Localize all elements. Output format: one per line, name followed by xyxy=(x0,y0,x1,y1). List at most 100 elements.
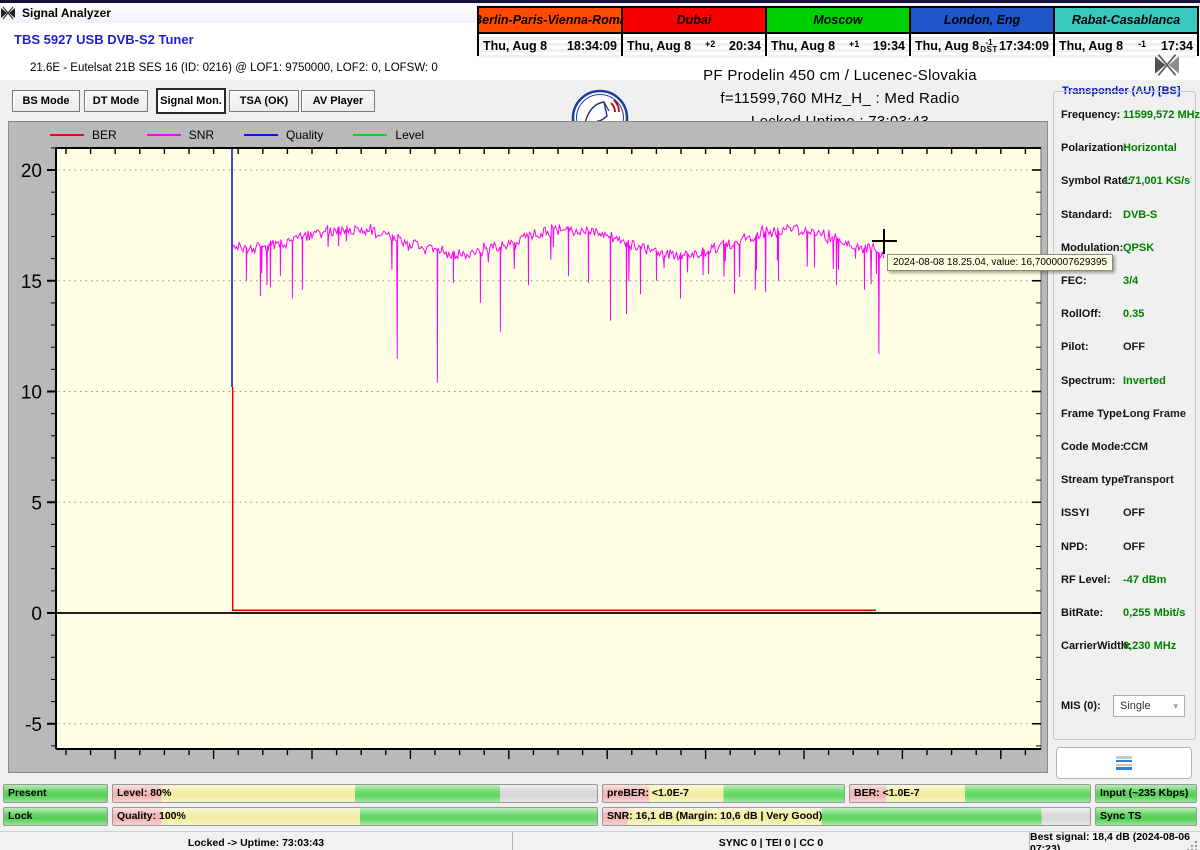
chart-svg[interactable]: 20 15 10 5 0 -5 xyxy=(8,143,1048,761)
signal-analyzer-window: Signal Analyzer TBS 5927 USB DVB-S2 Tune… xyxy=(0,0,1200,850)
transponder-value: Transport xyxy=(1123,474,1174,487)
transponder-value: QPSK xyxy=(1123,241,1155,254)
transponder-row-issyi: ISSYI OFF xyxy=(1061,505,1189,521)
transponder-row-pilot: Pilot: OFF xyxy=(1061,339,1189,355)
transponder-value: OFF xyxy=(1123,341,1145,354)
title-bar[interactable]: Signal Analyzer xyxy=(0,3,476,23)
transponder-label: Pilot: xyxy=(1061,341,1089,354)
ts-list-button[interactable] xyxy=(1056,747,1192,779)
clock-city-berlin-paris-vienna-roma: Berlin-Paris-Vienna-Roma xyxy=(479,8,621,32)
clock-city-london-eng: London, Eng xyxy=(911,8,1053,32)
transponder-value: -47 dBm xyxy=(1123,573,1167,586)
transponder-label: Modulation: xyxy=(1061,241,1124,254)
mis-dropdown[interactable]: Single ▾ xyxy=(1113,695,1185,717)
transponder-row-standard: Standard: DVB-S xyxy=(1061,207,1189,223)
status-best-signal: Best signal: 18,4 dB (2024-08-06 07:23) xyxy=(1030,831,1190,850)
transponder-value: OFF xyxy=(1123,540,1145,553)
meter-ber: BER: <1.0E-7 xyxy=(849,784,1091,803)
transponder-row-polarization: Polarization: Horizontal xyxy=(1061,140,1189,156)
transponder-value: 3/4 xyxy=(1123,275,1139,287)
resize-grip-icon[interactable] xyxy=(1185,839,1199,850)
site-title: PF Prodelin 450 cm / Lucenec-Slovakia xyxy=(703,67,977,84)
transponder-value: CCM xyxy=(1123,441,1149,453)
transponder-row-npd: NPD: OFF xyxy=(1061,539,1189,555)
transponder-row-rolloff: RollOff: 0.35 xyxy=(1061,306,1189,322)
meter-quality: Quality: 100% xyxy=(112,807,598,826)
meter-lock: Lock xyxy=(3,807,108,826)
clock-time-london-eng: Thu, Aug 8 -1 DST 17:34:09 xyxy=(911,34,1053,58)
transponder-row-stream-type: Stream type: Transport xyxy=(1061,472,1189,488)
tab-signal-mon[interactable]: Signal Mon. xyxy=(157,89,225,113)
chevron-down-icon: ▾ xyxy=(1173,700,1178,711)
mis-label: MIS (0): xyxy=(1061,700,1101,712)
clock-time-moscow: Thu, Aug 8 +1 19:34 xyxy=(767,34,909,58)
clock-time-dubai: Thu, Aug 8 +2 20:34 xyxy=(623,34,765,58)
transponder-label: Frame Type: xyxy=(1061,407,1126,420)
transponder-row-fec: FEC: 3/4 xyxy=(1061,273,1189,289)
transponder-label: RollOff: xyxy=(1061,308,1102,321)
world-clocks-table: Berlin-Paris-Vienna-Roma Dubai Moscow Londo… xyxy=(477,6,1199,58)
status-bar: Locked -> Uptime: 73:03:43 SYNC 0 | TEI … xyxy=(0,831,1200,850)
clock-city-rabat-casablanca: Rabat-Casablanca xyxy=(1055,8,1197,32)
legend-item-snr: SNR xyxy=(146,128,214,142)
clock-city-moscow: Moscow xyxy=(767,8,909,32)
transponder-label: Frequency: xyxy=(1061,109,1121,121)
transponder-value: DVB-S xyxy=(1123,208,1158,221)
list-icon xyxy=(1116,756,1132,770)
svg-text:20: 20 xyxy=(21,161,42,182)
transponder-value: 171,001 KS/s xyxy=(1123,175,1191,188)
satellite-signature-icon xyxy=(1155,54,1179,76)
tab-tsa-ok[interactable]: TSA (OK) xyxy=(229,90,299,112)
transponder-label: RF Level: xyxy=(1061,573,1111,586)
transponder-value: Long Frame xyxy=(1123,407,1186,420)
meter-level: Level: 80% xyxy=(112,784,598,803)
tab-av-player[interactable]: AV Player xyxy=(301,90,375,112)
transponder-label: Standard: xyxy=(1061,208,1113,221)
transponder-row-rf-level: RF Level: -47 dBm xyxy=(1061,572,1189,588)
meter-input-235-kbps: Input (~235 Kbps) xyxy=(1095,784,1197,803)
transponder-row-carrierwidth: CarrierWidth: 0,230 MHz xyxy=(1061,638,1189,654)
transponder-label: FEC: xyxy=(1061,275,1087,287)
transponder-label: Symbol Rate: xyxy=(1061,175,1132,188)
svg-text:10: 10 xyxy=(21,383,42,404)
legend-item-quality: Quality xyxy=(244,128,323,142)
tab-dt-mode[interactable]: DT Mode xyxy=(84,90,148,112)
meter-present: Present xyxy=(3,784,108,803)
meter-snr: SNR: 16,1 dB (Margin: 10,6 dB | Very Goo… xyxy=(602,807,1091,826)
mis-selected-value: Single xyxy=(1120,700,1151,712)
signal-chart[interactable]: 20 15 10 5 0 -5 xyxy=(8,143,1048,761)
transponder-value: 11599,572 MHz xyxy=(1123,109,1200,121)
transponder-label: NPD: xyxy=(1061,540,1088,553)
legend-item-level: Level xyxy=(353,128,424,142)
transponder-value: Inverted xyxy=(1123,374,1166,387)
transponder-label: Stream type: xyxy=(1061,474,1128,487)
legend-line-snr xyxy=(146,134,181,136)
transponder-label: Polarization: xyxy=(1061,142,1128,155)
transponder-value: 0.35 xyxy=(1123,308,1145,321)
legend-item-ber: BER xyxy=(50,128,117,142)
legend-line-quality xyxy=(244,134,279,136)
tab-bs-mode[interactable]: BS Mode xyxy=(12,90,80,112)
transponder-row-frequency: Frequency: 11599,572 MHz xyxy=(1061,107,1200,123)
transponder-row-symbol-rate: Symbol Rate: 171,001 KS/s xyxy=(1061,173,1191,189)
transponder-row-code-mode: Code Mode: CCM xyxy=(1061,439,1189,455)
meter-sync-ts: Sync TS xyxy=(1095,807,1197,826)
clock-city-dubai: Dubai xyxy=(623,8,765,32)
transponder-value: 0,255 Mbit/s xyxy=(1123,607,1186,619)
tuner-name: TBS 5927 USB DVB-S2 Tuner xyxy=(14,32,194,47)
transponder-value: Horizontal xyxy=(1123,142,1177,155)
transponder-label: CarrierWidth: xyxy=(1061,640,1132,653)
lnb-info: 21.6E - Eutelsat 21B SES 16 (ID: 0216) @… xyxy=(30,62,438,74)
transponder-row-bitrate: BitRate: 0,255 Mbit/s xyxy=(1061,605,1189,621)
svg-text:0: 0 xyxy=(31,604,42,625)
svg-text:15: 15 xyxy=(21,272,42,293)
transponder-value: 0,230 MHz xyxy=(1123,640,1177,653)
transponder-row-spectrum: Spectrum: Inverted xyxy=(1061,373,1189,389)
legend-line-ber xyxy=(50,134,84,136)
transponder-label: ISSYI xyxy=(1061,507,1090,520)
meter-preber: preBER: <1.0E-7 xyxy=(602,784,845,803)
transponder-label: Code Mode: xyxy=(1061,441,1124,453)
status-sync-counters: SYNC 0 | TEI 0 | CC 0 xyxy=(513,832,1030,850)
transponder-row-frame-type: Frame Type: Long Frame xyxy=(1061,406,1189,422)
svg-text:-5: -5 xyxy=(25,715,42,736)
